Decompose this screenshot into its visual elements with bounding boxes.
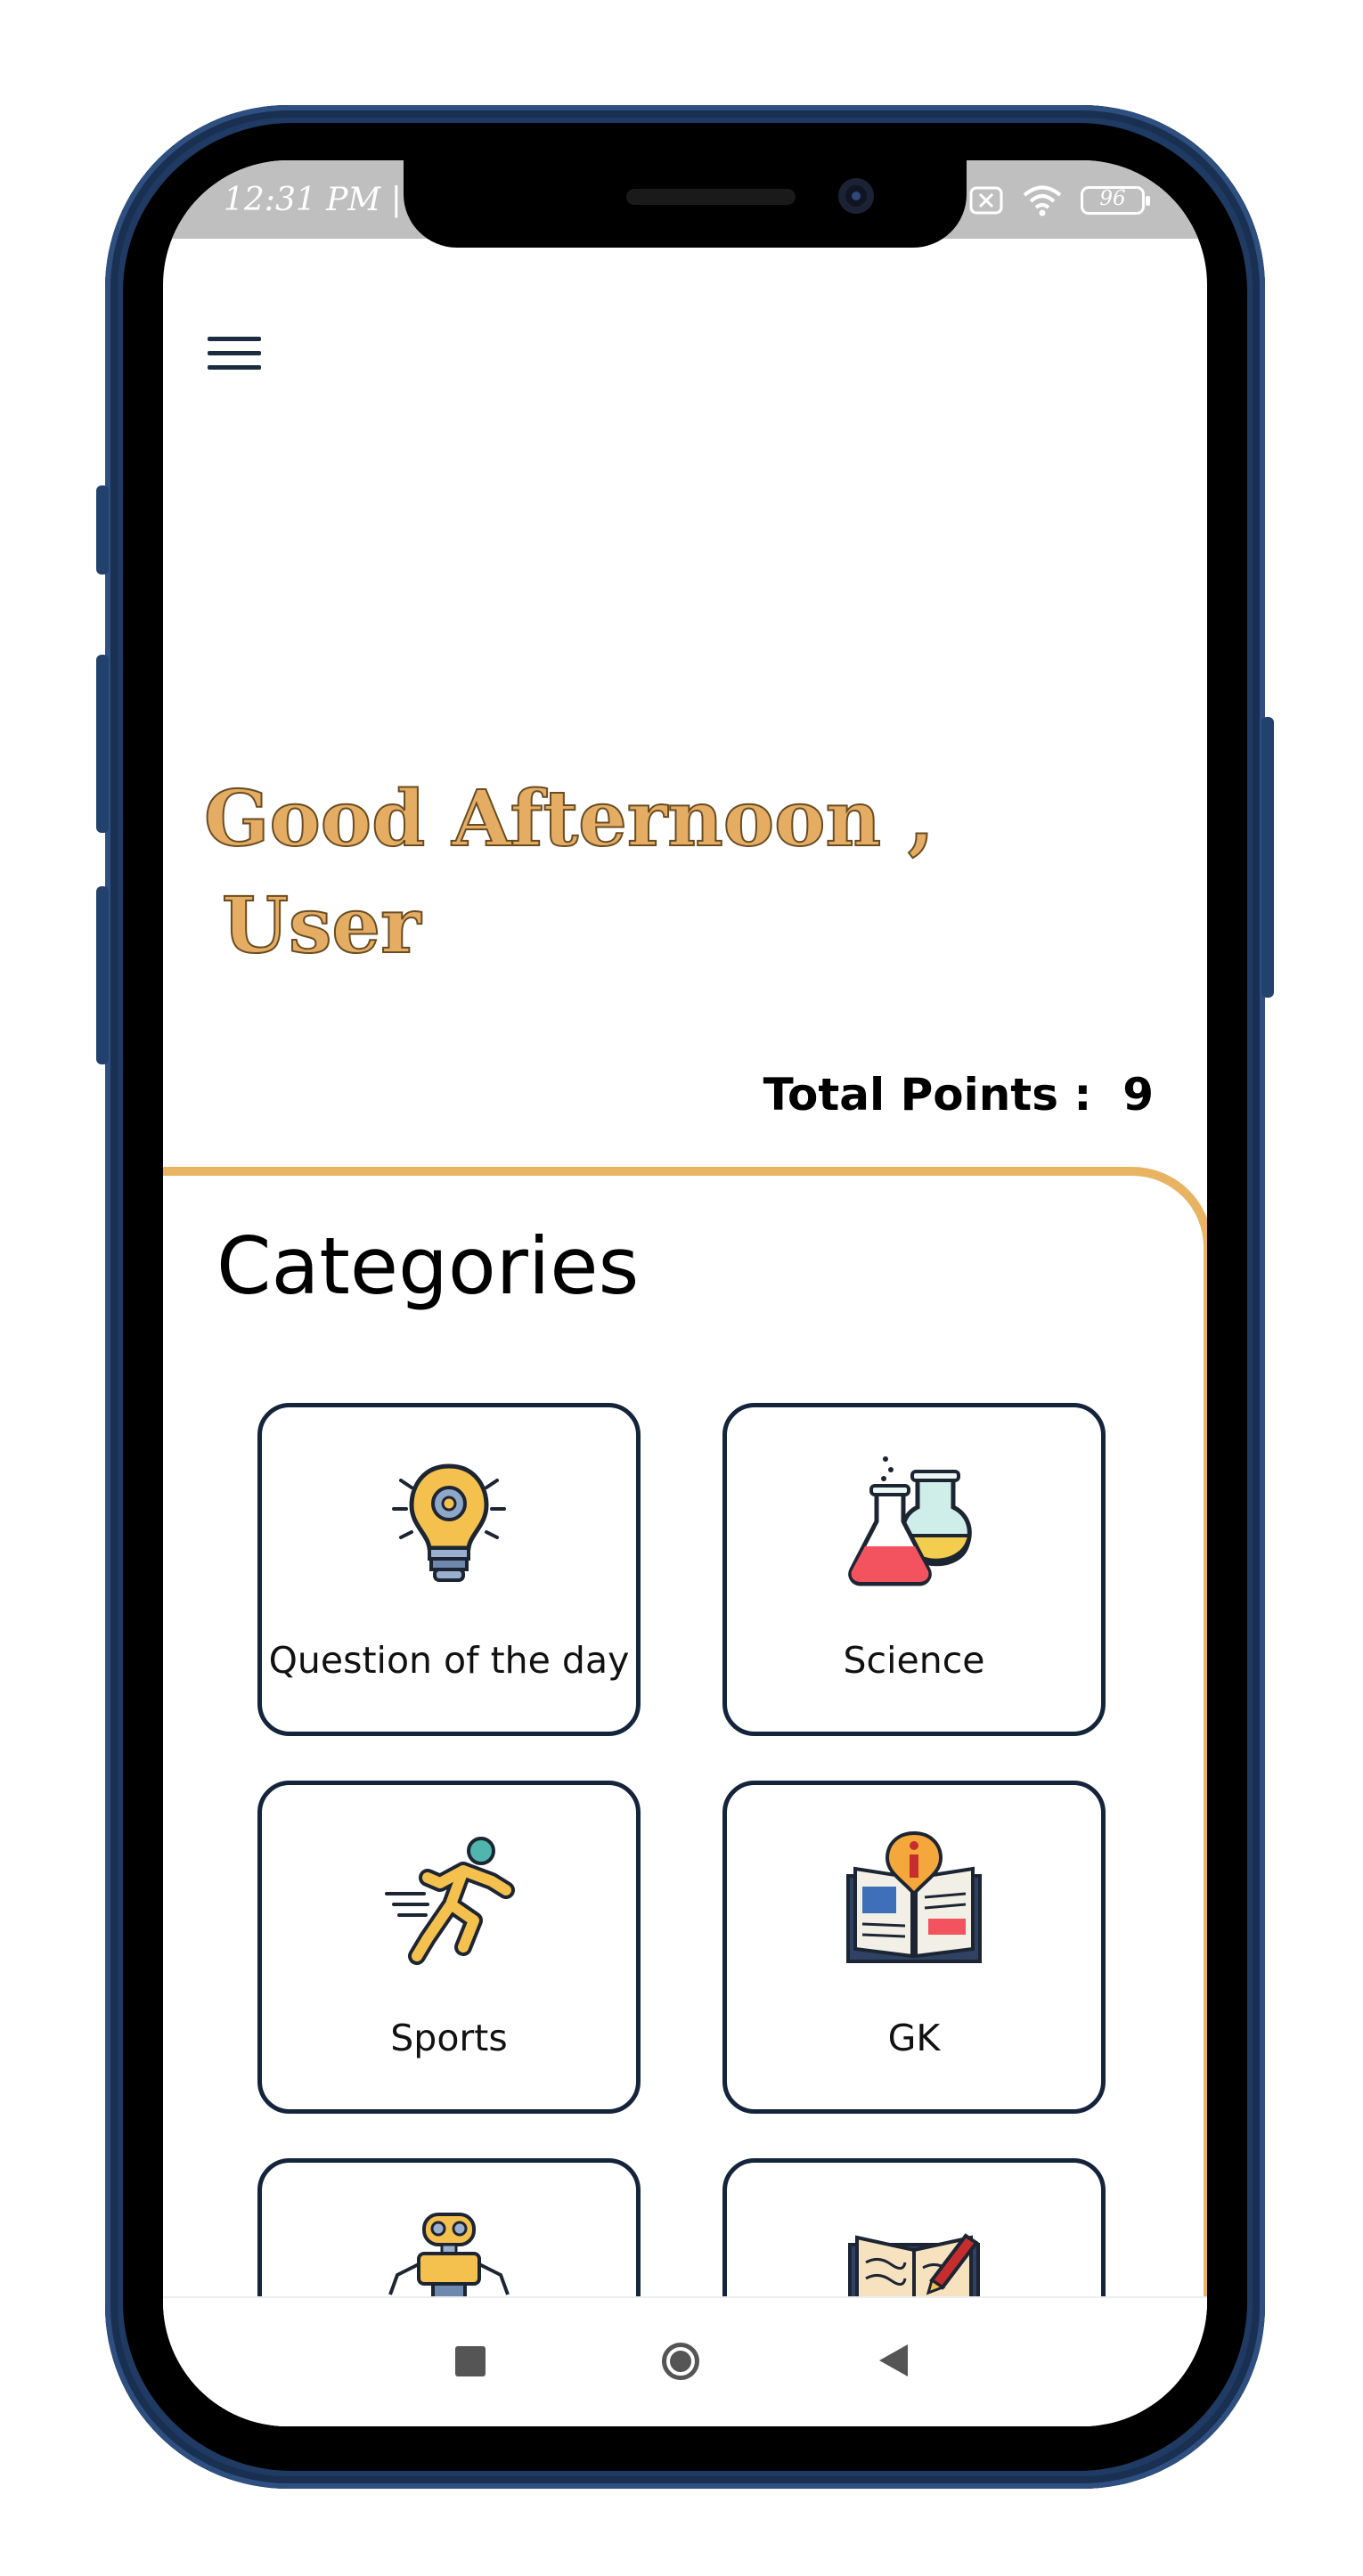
- category-label: Sports: [390, 2017, 508, 2059]
- categories-title: Categories: [216, 1220, 640, 1312]
- total-points: Total Points : 9: [763, 1069, 1154, 1121]
- hamburger-menu-icon[interactable]: [208, 337, 261, 378]
- volume-up-button: [96, 655, 109, 833]
- navigation-bar: [163, 2296, 1207, 2426]
- category-card-gk[interactable]: GK: [722, 1781, 1106, 2114]
- total-points-label: Total Points :: [763, 1069, 1092, 1121]
- recents-square-icon[interactable]: [455, 2341, 486, 2376]
- battery-level: 96: [1099, 187, 1126, 210]
- category-label: GK: [887, 2017, 941, 2059]
- flasks-icon: [843, 1454, 985, 1596]
- speaker: [626, 189, 796, 205]
- total-points-value: 9: [1122, 1069, 1154, 1121]
- info-book-icon: [843, 1830, 985, 1974]
- front-camera: [838, 178, 874, 214]
- runner-icon: [378, 1831, 520, 1974]
- category-label: Science: [843, 1639, 985, 1682]
- greeting: Good Afternoon , User: [203, 766, 1006, 980]
- mute-switch: [96, 485, 109, 575]
- power-button: [1261, 717, 1274, 998]
- category-card-science[interactable]: Science: [722, 1403, 1106, 1736]
- wifi-icon: [1023, 185, 1062, 216]
- lightbulb-gear-icon: [378, 1454, 520, 1596]
- volume-down-button: [96, 886, 109, 1064]
- screen: 12:31 PM | 12 96 Good Afternoon , User T…: [163, 160, 1207, 2426]
- greeting-user-name: User: [221, 880, 421, 972]
- battery-icon: 96: [1081, 186, 1150, 215]
- category-label: Question of the day: [268, 1639, 630, 1682]
- back-triangle-icon[interactable]: [876, 2341, 911, 2384]
- home-circle-icon[interactable]: [662, 2341, 699, 2380]
- notch: [404, 160, 967, 248]
- category-card-question-of-the-day[interactable]: Question of the day: [257, 1403, 641, 1736]
- notification-x-icon: [969, 186, 1003, 215]
- greeting-line-1: Good Afternoon ,: [203, 773, 935, 865]
- category-card-sports[interactable]: Sports: [257, 1781, 641, 2114]
